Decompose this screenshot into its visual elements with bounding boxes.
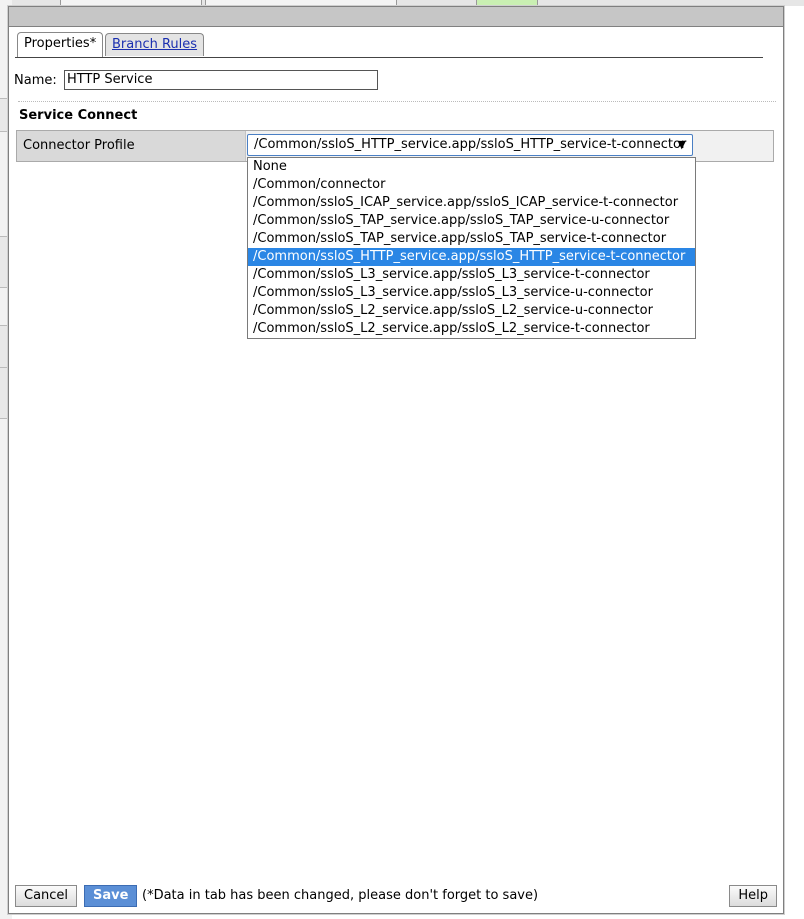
dialog-titlebar[interactable] (9, 7, 783, 27)
dropdown-option[interactable]: /Common/connector (248, 176, 695, 194)
dropdown-option[interactable]: /Common/ssloS_L2_service.app/ssloS_L2_se… (248, 320, 695, 338)
dropdown-option[interactable]: /Common/ssloS_L2_service.app/ssloS_L2_se… (248, 302, 695, 320)
tab-branch-rules-label: Branch Rules (112, 37, 198, 52)
dropdown-option[interactable]: /Common/ssloS_ICAP_service.app/ssloS_ICA… (248, 194, 695, 212)
connector-profile-selected-value: /Common/ssloS_HTTP_service.app/ssloS_HTT… (254, 137, 687, 152)
dropdown-option[interactable]: /Common/ssloS_HTTP_service.app/ssloS_HTT… (248, 248, 695, 266)
tab-branch-rules[interactable]: Branch Rules (105, 33, 205, 56)
service-dialog: Properties* Branch Rules Name: HTTP Serv… (8, 6, 784, 914)
name-label: Name: (14, 73, 57, 88)
tab-properties-label: Properties* (24, 36, 97, 51)
section-title: Service Connect (19, 108, 138, 123)
dropdown-option[interactable]: /Common/ssloS_L3_service.app/ssloS_L3_se… (248, 284, 695, 302)
tab-bar: Properties* Branch Rules (15, 31, 763, 58)
tab-properties[interactable]: Properties* (17, 32, 104, 57)
cancel-button[interactable]: Cancel (15, 885, 78, 907)
connector-profile-dropdown: None/Common/connector/Common/ssloS_ICAP_… (247, 157, 696, 339)
separator (18, 101, 776, 102)
connector-profile-label: Connector Profile (17, 131, 246, 161)
dropdown-arrow-icon: ▼ (677, 138, 686, 151)
dropdown-option[interactable]: None (248, 158, 695, 176)
unsaved-changes-note: (*Data in tab has been changed, please d… (142, 888, 539, 903)
help-button[interactable]: Help (729, 885, 777, 907)
name-row: Name: HTTP Service (14, 70, 378, 92)
save-button[interactable]: Save (84, 885, 138, 907)
connector-profile-select[interactable]: /Common/ssloS_HTTP_service.app/ssloS_HTT… (247, 134, 693, 156)
name-input[interactable]: HTTP Service (64, 70, 378, 90)
dropdown-option[interactable]: /Common/ssloS_TAP_service.app/ssloS_TAP_… (248, 230, 695, 248)
dropdown-option[interactable]: /Common/ssloS_L3_service.app/ssloS_L3_se… (248, 266, 695, 284)
dialog-footer: Cancel Save (*Data in tab has been chang… (9, 879, 783, 913)
dropdown-option[interactable]: /Common/ssloS_TAP_service.app/ssloS_TAP_… (248, 212, 695, 230)
